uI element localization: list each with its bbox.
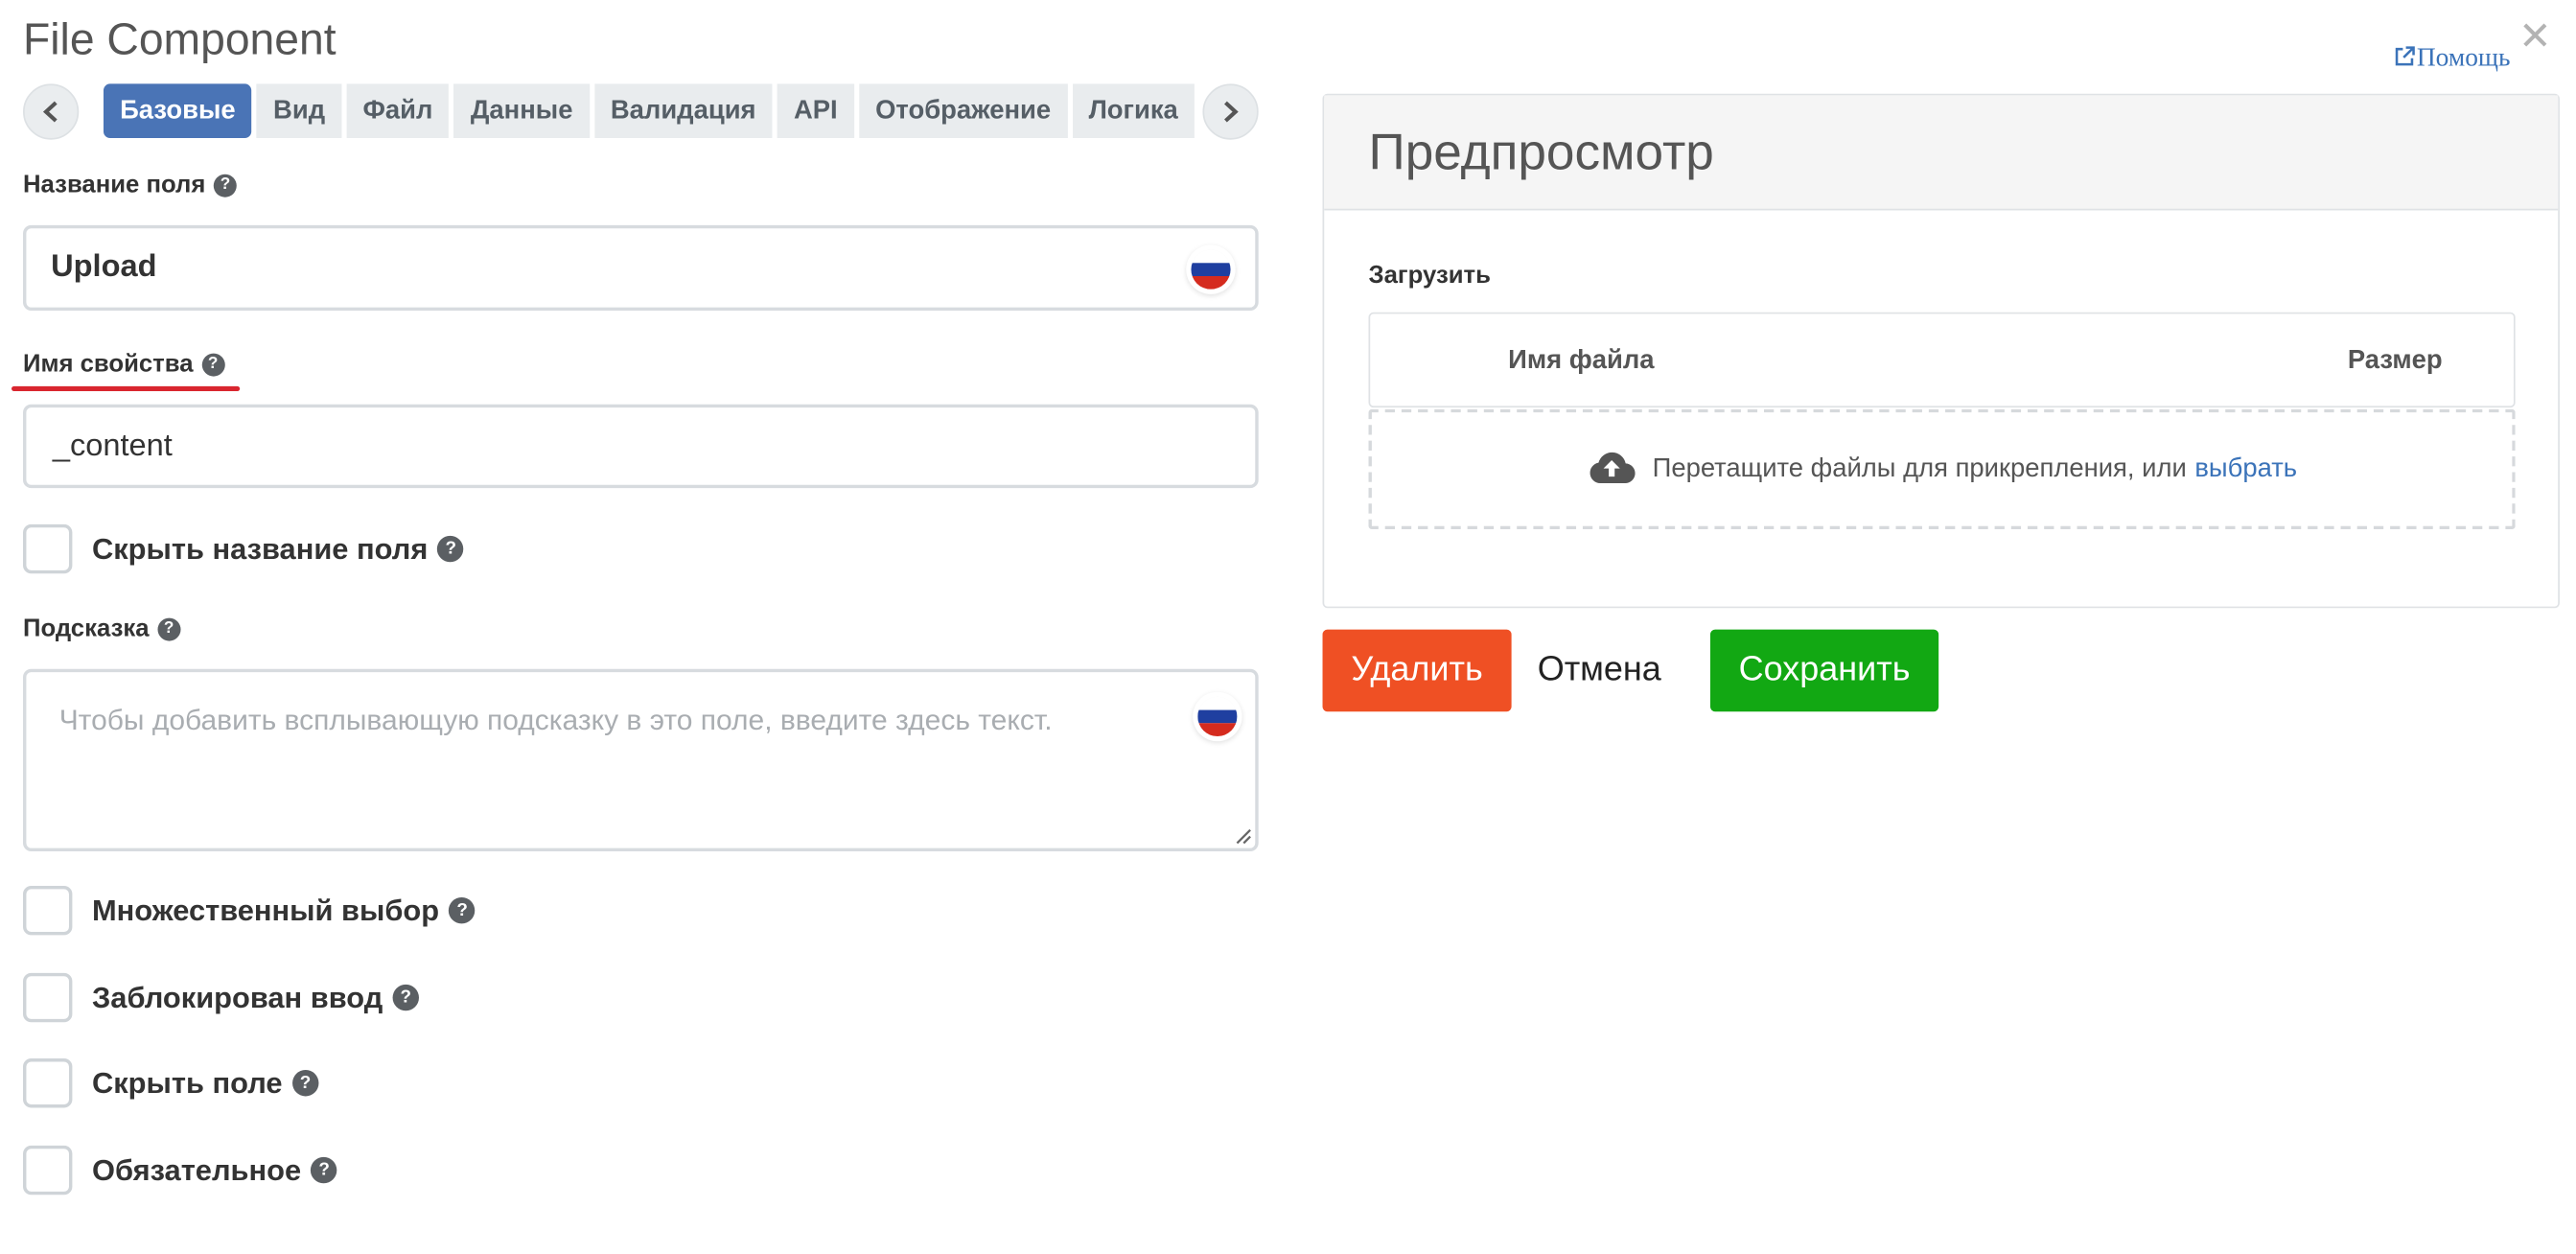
field-label-text: Название поля [22,171,206,199]
checkbox-box[interactable] [22,1145,73,1196]
russia-flag-icon[interactable] [1191,249,1231,290]
disabled-checkbox[interactable]: Заблокирован ввод? [22,972,420,1023]
browse-link[interactable]: выбрать [2194,454,2297,484]
file-list-header: Имя файла Размер [1368,312,2516,408]
required-checkbox[interactable]: Обязательное? [22,1145,337,1196]
checkbox-box[interactable] [22,523,73,574]
component-editor-dialog: File Component Помощь ✕ Базовые Вид Файл… [0,0,2576,1254]
close-icon[interactable]: ✕ [2518,17,2551,58]
preview-panel: Предпросмотр Загрузить Имя файла Размер … [1322,93,2560,609]
property-name-text: Имя свойства [22,350,194,379]
checkbox-box[interactable] [22,1058,73,1108]
field-label-value: Upload [51,249,157,285]
dialog-title: File Component [22,14,337,64]
upload-label: Загрузить [1368,261,1491,290]
tab-basic[interactable]: Базовые [103,83,252,139]
help-link-label: Помощь [2416,44,2511,73]
save-button[interactable]: Сохранить [1709,629,1939,712]
hidden-checkbox[interactable]: Скрыть поле? [22,1058,319,1108]
question-circle-icon: ? [213,173,237,197]
tab-logic[interactable]: Логика [1072,83,1195,139]
tab-display[interactable]: Вид [256,83,342,139]
annotation-underline [11,385,241,392]
hidden-text: Скрыть поле [91,1065,283,1100]
size-column-header: Размер [2347,346,2443,375]
tooltip-label-text: Подсказка [22,615,150,643]
tooltip-label: Подсказка? [22,615,181,643]
tab-validation[interactable]: Валидация [593,83,773,139]
question-circle-icon: ? [201,352,225,376]
question-circle-icon: ? [291,1070,319,1097]
tab-file[interactable]: Файл [346,83,450,139]
question-circle-icon: ? [437,535,465,563]
property-name-label: Имя свойства? [22,350,225,379]
tooltip-placeholder: Чтобы добавить всплывающую подсказку в э… [58,703,1053,737]
tab-view[interactable]: Отображение [858,83,1068,139]
preview-title: Предпросмотр [1368,123,1714,181]
chevron-left-icon [42,101,58,123]
cloud-upload-icon [1590,452,1636,483]
question-circle-icon: ? [449,897,476,924]
question-circle-icon: ? [392,984,420,1011]
tooltip-textarea[interactable]: Чтобы добавить всплывающую подсказку в э… [22,668,1259,852]
field-label-label: Название поля? [23,171,237,198]
property-name-input[interactable]: _content [22,404,1259,489]
preview-header: Предпросмотр [1324,95,2559,211]
tabs-prev-button[interactable] [22,83,80,140]
disabled-text: Заблокирован ввод [91,980,383,1013]
tab-data[interactable]: Данные [453,83,590,139]
hide-label-checkbox[interactable]: Скрыть название поля? [22,523,465,574]
required-text: Обязательное [91,1152,302,1186]
property-name-value: _content [52,429,173,464]
field-label-input[interactable]: Upload [22,224,1259,312]
filename-column-header: Имя файла [1508,346,1655,375]
tab-bar: Базовые Вид Файл Данные Валидация API От… [103,83,1199,139]
remove-button[interactable]: Удалить [1322,629,1512,712]
external-link-icon [2395,46,2415,66]
tabs-next-button[interactable] [1202,83,1259,140]
help-link[interactable]: Помощь [2394,44,2511,74]
question-circle-icon: ? [311,1156,337,1184]
cancel-button[interactable]: Отмена [1520,630,1679,712]
dropzone-text: Перетащите файлы для прикрепления, или [1652,454,2187,483]
multiple-checkbox[interactable]: Множественный выбор? [22,886,476,936]
russia-flag-icon[interactable] [1197,696,1238,737]
file-dropzone[interactable]: Перетащите файлы для прикрепления, или в… [1368,408,2516,530]
checkbox-box[interactable] [22,972,73,1023]
multiple-text: Множественный выбор [91,893,440,927]
hide-label-text: Скрыть название поля [91,531,429,565]
checkbox-box[interactable] [22,886,73,936]
question-circle-icon: ? [157,616,181,640]
tab-api[interactable]: API [777,83,854,139]
resize-handle-icon[interactable] [1232,825,1252,846]
chevron-right-icon [1224,101,1239,123]
